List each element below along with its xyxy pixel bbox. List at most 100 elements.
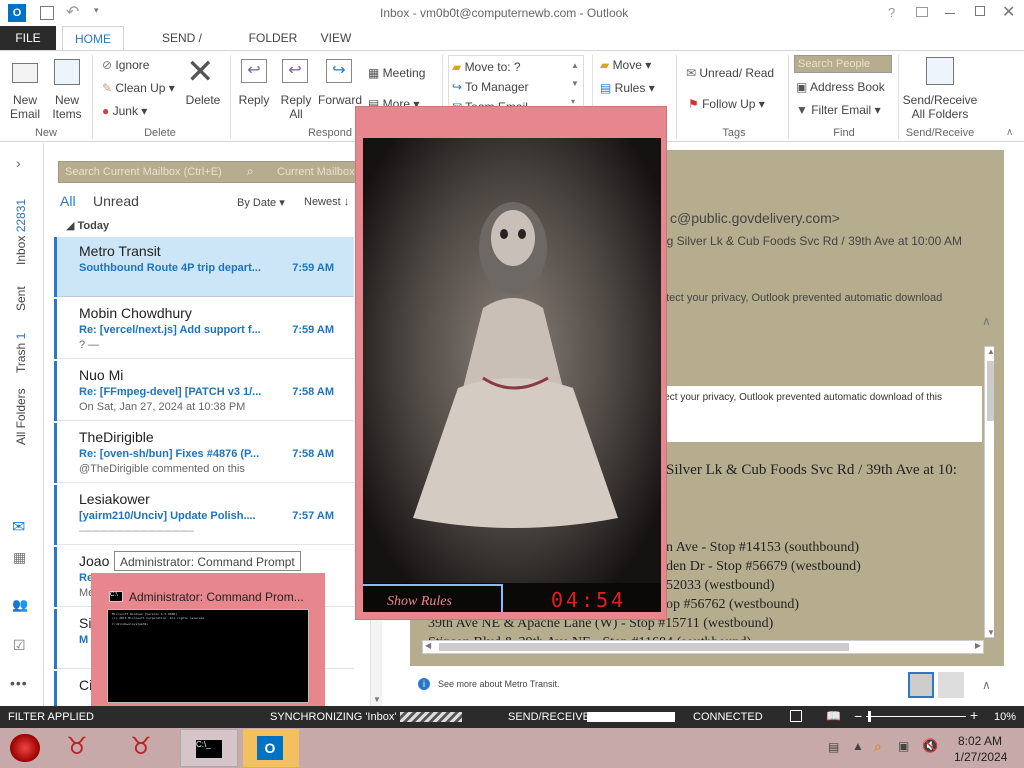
more-nav-icon[interactable]: ••• xyxy=(10,675,28,691)
contact-avatar[interactable] xyxy=(908,672,934,698)
tab-home[interactable]: HOME xyxy=(62,26,124,51)
inbox-count: 22831 xyxy=(14,198,28,233)
close-icon[interactable]: ✕ xyxy=(1002,2,1015,22)
privacy-notice[interactable]: otect your privacy, Outlook prevented au… xyxy=(660,292,942,304)
delete-button[interactable]: Delete xyxy=(182,93,224,107)
reply-button[interactable]: Reply xyxy=(234,93,274,107)
nav-trash[interactable]: Trash 1 xyxy=(14,333,28,373)
zoom-level[interactable]: 10% xyxy=(994,711,1016,723)
follow-up-button[interactable]: ⚑ Follow Up ▾ xyxy=(688,97,765,111)
expand-people-pane-icon[interactable]: ∧ xyxy=(982,678,991,692)
reading-view-icon[interactable]: 📖 xyxy=(826,709,841,723)
save-icon[interactable] xyxy=(40,6,54,20)
mail-icon[interactable]: ✉ xyxy=(12,517,25,537)
new-items-icon xyxy=(54,59,80,85)
h-scroll-thumb[interactable] xyxy=(439,643,849,651)
clean-up-label: Clean Up xyxy=(115,81,166,95)
clock-time[interactable]: 8:02 AM xyxy=(958,734,1002,748)
unread-indicator xyxy=(54,237,57,297)
start-orb-icon[interactable] xyxy=(10,734,40,762)
ignore-button[interactable]: ⊘ Ignore xyxy=(102,58,149,72)
video-frame[interactable]: Show Rules 04:54 xyxy=(363,138,661,612)
tab-view[interactable]: VIEW xyxy=(314,26,358,50)
sort-by-date[interactable]: By Date ▾ xyxy=(237,196,285,209)
devil-icon[interactable]: ♉ xyxy=(66,732,88,761)
normal-view-icon[interactable] xyxy=(790,710,802,722)
zoom-out-icon[interactable]: − xyxy=(854,708,862,724)
nav-inbox[interactable]: Inbox 22831 xyxy=(6,189,38,267)
zoom-in-icon[interactable]: + xyxy=(970,707,978,723)
taskbar-outlook-button[interactable]: O xyxy=(243,729,299,767)
minimize-icon[interactable] xyxy=(945,13,955,14)
address-book-button[interactable]: ▣ Address Book xyxy=(796,80,885,94)
group-header-today[interactable]: ◢ Today xyxy=(66,219,109,232)
customize-qat-icon[interactable]: ▾ xyxy=(94,5,99,16)
scroll-right-arrow[interactable]: ▶ xyxy=(975,641,981,650)
sort-newest[interactable]: Newest ↓ xyxy=(304,196,349,208)
clock-date[interactable]: 1/27/2024 xyxy=(954,750,1007,764)
filter-email-button[interactable]: ▼ Filter Email ▾ xyxy=(796,103,881,117)
scroll-up-arrow[interactable]: ▲ xyxy=(987,347,994,356)
zoom-slider-thumb[interactable] xyxy=(868,711,871,722)
quick-step-move-to[interactable]: ▰ Move to: ? xyxy=(452,60,521,74)
list-item[interactable]: Lesiakower [yairm210/Unciv] Update Polis… xyxy=(54,485,354,545)
expand-folder-pane-icon[interactable]: › xyxy=(16,155,21,171)
scroll-left-arrow[interactable]: ◀ xyxy=(425,641,431,650)
list-item[interactable]: Nuo Mi Re: [FFmpeg-devel] [PATCH v3 1/..… xyxy=(54,361,354,421)
undo-icon[interactable]: ↶ xyxy=(66,2,79,22)
maximize-icon[interactable] xyxy=(975,6,985,16)
contact-avatar[interactable] xyxy=(938,672,964,698)
reply-all-button[interactable]: Reply All xyxy=(276,93,316,121)
search-scope[interactable]: Current Mailbox xyxy=(277,166,355,178)
search-people-input[interactable]: Search People xyxy=(794,55,892,73)
tab-send-receive[interactable]: SEND / RECEIVE xyxy=(136,26,228,69)
tasks-icon[interactable]: ☑ xyxy=(13,637,26,654)
cmd-thumbnail[interactable]: C:\ Administrator: Command Prom... Micro… xyxy=(91,573,325,719)
quick-steps-scroll[interactable]: ▲ ▼ ▾ xyxy=(571,57,579,111)
show-hidden-icons[interactable]: ▲ xyxy=(852,739,864,753)
tab-file[interactable]: FILE xyxy=(0,26,56,50)
list-item[interactable]: Metro Transit Southbound Route 4P trip d… xyxy=(54,237,354,297)
ribbon-display-icon[interactable] xyxy=(916,7,928,17)
meeting-button[interactable]: ▦ Meeting xyxy=(368,66,425,80)
clean-up-button[interactable]: ✎ Clean Up ▾ xyxy=(102,81,175,95)
unread-read-button[interactable]: ✉ Unread/ Read xyxy=(686,66,774,80)
new-email-button[interactable]: New Email xyxy=(4,93,46,121)
devil-icon[interactable]: ♉ xyxy=(130,732,152,761)
collapse-ribbon-icon[interactable]: ∧ xyxy=(1006,127,1013,138)
calendar-icon[interactable]: ▦ xyxy=(13,549,26,566)
search-mailbox-input[interactable]: Search Current Mailbox (Ctrl+E) ⌕ Curren… xyxy=(58,161,370,183)
scroll-down-arrow[interactable]: ▼ xyxy=(987,628,994,637)
people-icon[interactable]: 👥 xyxy=(12,597,28,613)
scroll-thumb[interactable] xyxy=(987,361,994,421)
outlook-app-icon[interactable]: O xyxy=(8,4,26,22)
body-horizontal-scrollbar[interactable]: ◀ ▶ xyxy=(422,640,984,654)
nav-all-folders[interactable]: All Folders xyxy=(14,388,28,445)
nav-sent[interactable]: Sent xyxy=(14,286,28,311)
collapse-header-icon[interactable]: ∧ xyxy=(982,314,991,328)
volume-muted-icon[interactable]: 🔇 xyxy=(922,738,938,754)
new-items-button[interactable]: New Items xyxy=(44,93,90,121)
video-caption-box[interactable]: Show Rules xyxy=(363,584,503,612)
see-more-link[interactable]: See more about Metro Transit. xyxy=(438,679,560,689)
zoom-slider[interactable] xyxy=(866,711,966,722)
taskbar-cmd-button[interactable]: C:\_ xyxy=(180,729,238,767)
help-icon[interactable]: ? xyxy=(888,5,895,20)
filter-unread[interactable]: Unread xyxy=(93,193,139,209)
list-item[interactable]: TheDirigible Re: [oven-sh/bun] Fixes #48… xyxy=(54,423,354,483)
network-icon[interactable]: ▣ xyxy=(898,739,909,753)
tray-icon[interactable]: ▤ xyxy=(828,740,839,754)
list-item[interactable]: Mobin Chowdhury Re: [vercel/next.js] Add… xyxy=(54,299,354,359)
move-button[interactable]: ▰ Move ▾ xyxy=(600,58,651,72)
junk-button[interactable]: ● Junk ▾ xyxy=(102,104,147,118)
quick-step-to-manager[interactable]: ↪ To Manager xyxy=(452,80,529,94)
body-vertical-scrollbar[interactable]: ▲ ▼ xyxy=(984,346,994,638)
send-receive-all-button[interactable]: Send/Receive All Folders xyxy=(900,93,980,121)
rules-button[interactable]: ▤ Rules ▾ xyxy=(600,81,655,95)
forward-button[interactable]: Forward xyxy=(316,93,364,107)
search-tray-icon[interactable]: ⌕ xyxy=(874,738,882,755)
tab-folder[interactable]: FOLDER xyxy=(244,26,302,50)
scroll-down-arrow[interactable]: ▼ xyxy=(373,695,381,704)
search-icon[interactable]: ⌕ xyxy=(247,164,254,179)
filter-all[interactable]: All xyxy=(60,193,76,209)
